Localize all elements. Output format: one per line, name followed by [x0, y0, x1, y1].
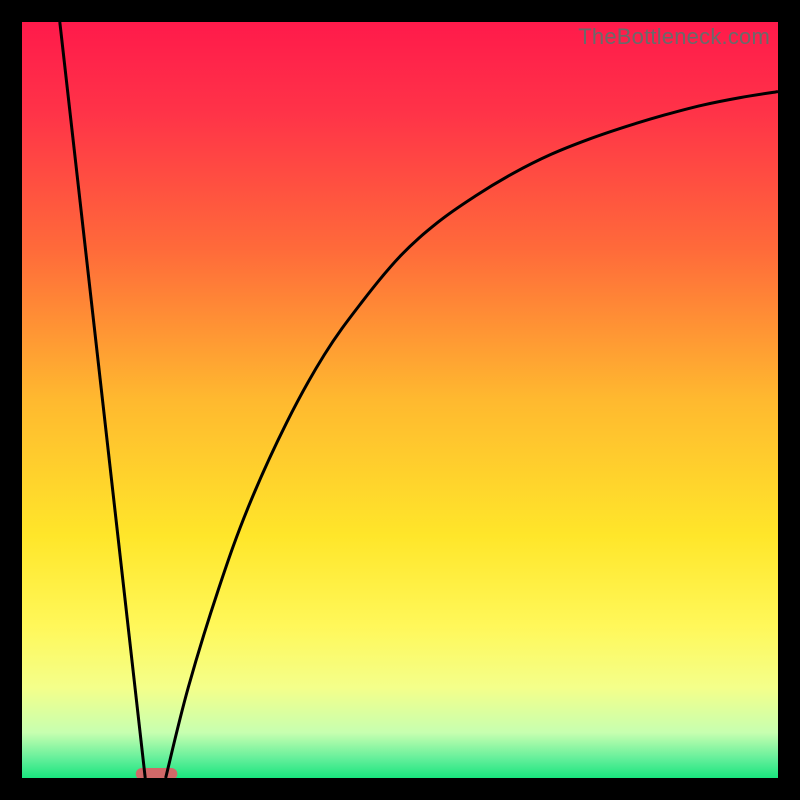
watermark-text: TheBottleneck.com: [578, 24, 770, 50]
plot-area: TheBottleneck.com: [22, 22, 778, 778]
chart-svg: [22, 22, 778, 778]
chart-frame: TheBottleneck.com: [0, 0, 800, 800]
bottom-marker: [136, 768, 178, 778]
gradient-background: [22, 22, 778, 778]
